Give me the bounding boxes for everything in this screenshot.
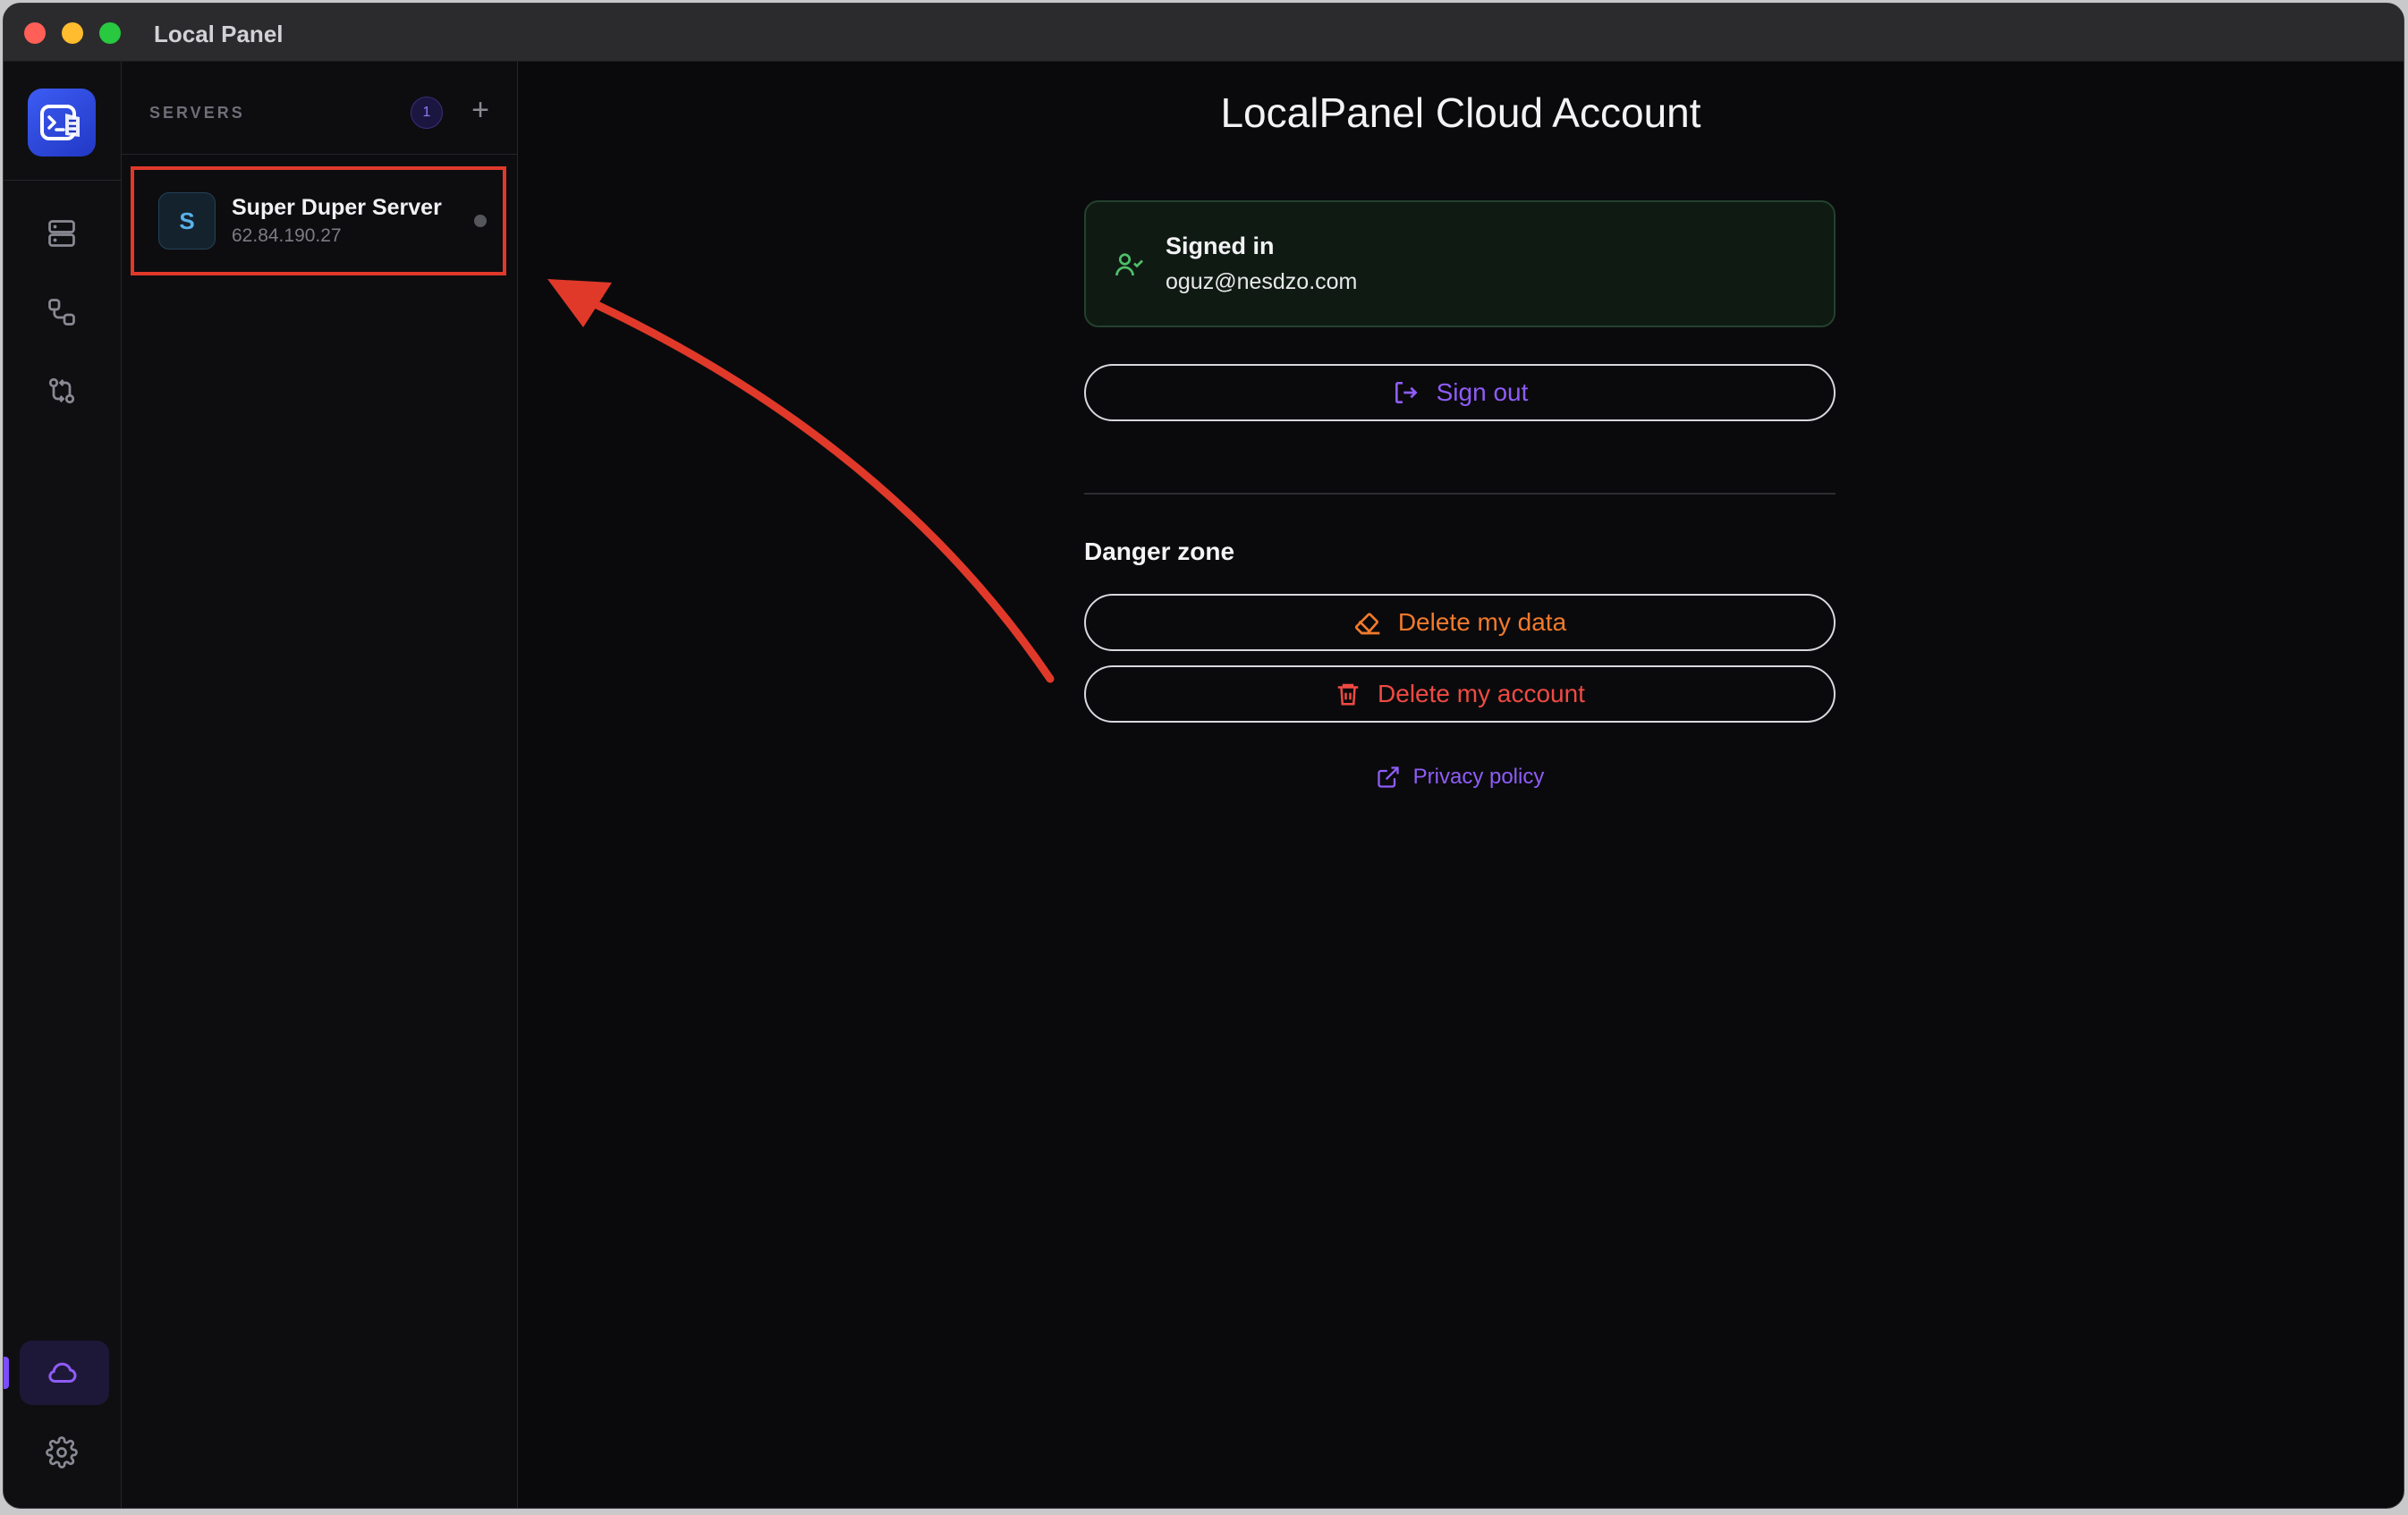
add-server-button[interactable]: + xyxy=(462,92,498,128)
title-bar: Local Panel xyxy=(4,4,2404,62)
route-icon xyxy=(48,299,75,326)
delete-data-label: Delete my data xyxy=(1397,608,1567,636)
server-stack-icon xyxy=(48,220,75,247)
page-title: LocalPanel Cloud Account xyxy=(1220,89,1701,136)
privacy-policy-link[interactable]: Privacy policy xyxy=(1084,765,1836,790)
git-nav-button[interactable] xyxy=(44,373,80,409)
sign-out-label: Sign out xyxy=(1436,378,1529,406)
server-ip: 62.84.190.27 xyxy=(232,225,342,246)
server-name: Super Duper Server xyxy=(232,195,442,220)
servers-panel: SERVERS 1 + S Super Duper Server 62.84.1… xyxy=(122,62,518,1508)
cloud-nav-button[interactable] xyxy=(44,1355,80,1391)
main-content: LocalPanel Cloud Account Signed in oguz@… xyxy=(518,62,2404,1508)
rail-divider xyxy=(4,180,121,181)
signed-in-email: oguz@nesdzo.com xyxy=(1166,269,1358,294)
server-status-dot xyxy=(474,215,487,227)
minimize-window-button[interactable] xyxy=(62,22,83,44)
sign-out-button[interactable]: Sign out xyxy=(1084,364,1836,421)
app-logo xyxy=(28,89,96,157)
server-avatar: S xyxy=(158,192,216,250)
zoom-window-button[interactable] xyxy=(99,22,121,44)
servers-heading: SERVERS xyxy=(149,104,245,122)
git-compare-icon xyxy=(48,377,75,404)
active-indicator xyxy=(4,1357,9,1389)
privacy-policy-label: Privacy policy xyxy=(1412,765,1545,789)
danger-zone-heading: Danger zone xyxy=(1084,537,1235,565)
cloud-icon xyxy=(48,1362,77,1384)
gear-icon xyxy=(46,1436,78,1468)
window-title: Local Panel xyxy=(154,21,284,47)
app-logo-icon xyxy=(40,105,80,140)
servers-header: SERVERS 1 + xyxy=(122,62,517,155)
settings-nav-button[interactable] xyxy=(44,1435,80,1470)
trash-icon xyxy=(1337,683,1359,706)
servers-count-badge: 1 xyxy=(411,97,443,129)
servers-nav-button[interactable] xyxy=(44,216,80,251)
signed-in-title: Signed in xyxy=(1166,233,1275,259)
eraser-icon xyxy=(1354,613,1380,635)
section-divider xyxy=(1084,493,1836,495)
signed-in-card: Signed in oguz@nesdzo.com xyxy=(1084,200,1836,327)
delete-account-button[interactable]: Delete my account xyxy=(1084,665,1836,723)
delete-account-label: Delete my account xyxy=(1378,680,1585,707)
routes-nav-button[interactable] xyxy=(44,294,80,330)
close-window-button[interactable] xyxy=(24,22,46,44)
user-check-icon xyxy=(1113,249,1145,285)
icon-rail xyxy=(4,62,122,1508)
delete-data-button[interactable]: Delete my data xyxy=(1084,594,1836,651)
external-link-icon xyxy=(1377,766,1399,788)
server-list-item[interactable]: S Super Duper Server 62.84.190.27 xyxy=(131,166,506,275)
log-out-icon xyxy=(1395,382,1418,403)
app-window: Local Panel SERVERS 1 + S Super Duper Se… xyxy=(3,3,2404,1509)
